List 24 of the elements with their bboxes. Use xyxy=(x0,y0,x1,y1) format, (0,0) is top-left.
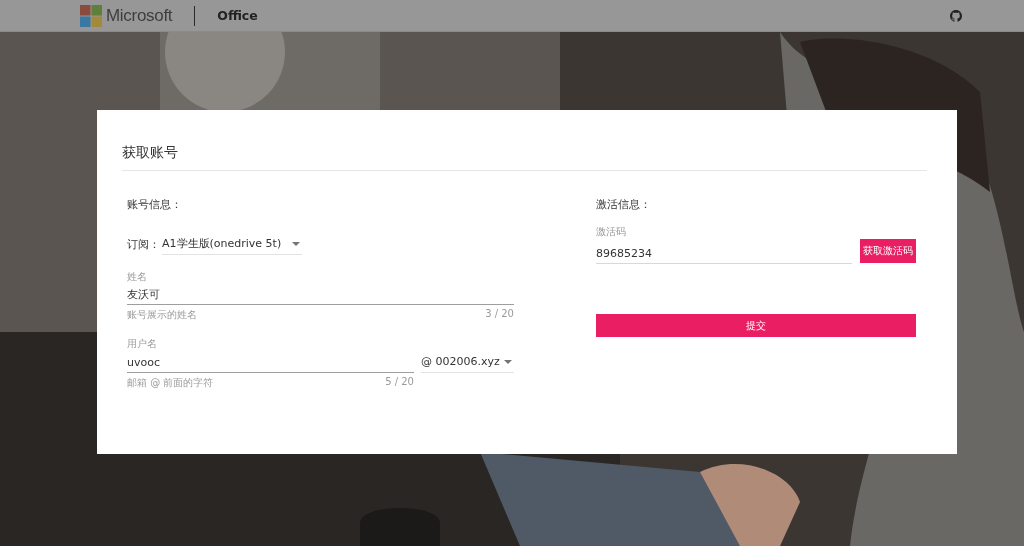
character-counter: 5 / 20 xyxy=(385,376,414,389)
field-label: 用户名 xyxy=(127,337,158,351)
field-label: 姓名 xyxy=(127,270,148,284)
github-icon[interactable] xyxy=(950,9,962,22)
caret-icon xyxy=(292,241,300,246)
name-field[interactable]: 友沃可 xyxy=(127,284,514,305)
field-label: 激活码 xyxy=(596,225,627,239)
section-heading: 账号信息： xyxy=(127,197,183,213)
field-hint: 账号展示的姓名 xyxy=(127,308,197,322)
subscription-select[interactable]: A1学生版(onedrive 5t) xyxy=(162,233,302,255)
section-heading: 激活信息： xyxy=(596,197,652,213)
windows-logo-icon xyxy=(80,4,102,27)
product-name[interactable]: Office xyxy=(217,8,258,23)
get-code-button[interactable]: 获取激活码 xyxy=(860,239,916,263)
username-field[interactable]: uvooc xyxy=(127,352,414,373)
submit-button[interactable]: 提交 xyxy=(596,314,916,337)
brand-name: Microsoft xyxy=(106,5,173,26)
domain-select[interactable]: @ 002006.xyz xyxy=(421,351,514,373)
caret-icon xyxy=(504,359,512,364)
character-counter: 3 / 20 xyxy=(485,308,514,321)
activation-code-field[interactable]: 89685234 xyxy=(596,243,852,264)
field-hint: 邮箱 @ 前面的字符 xyxy=(127,376,214,390)
dialog-title: 获取账号 xyxy=(122,144,179,162)
subscription-label: 订阅： xyxy=(127,236,160,252)
